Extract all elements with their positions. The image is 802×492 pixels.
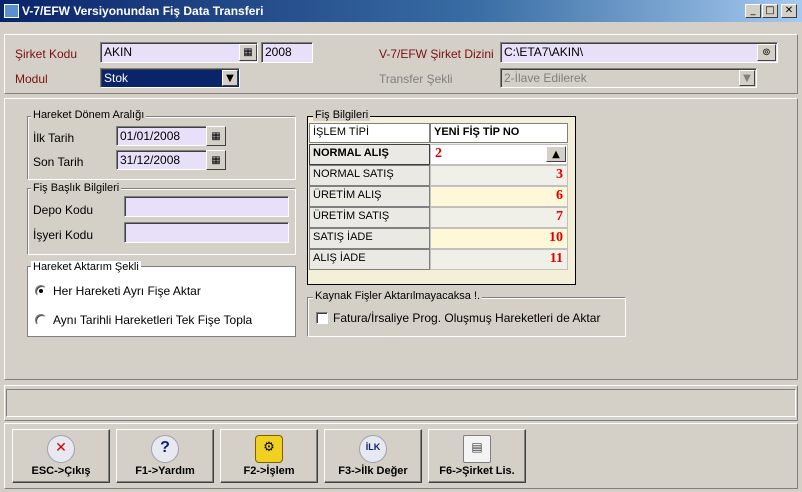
son-tarih-calendar-button[interactable]: ▦ <box>206 150 226 170</box>
company-lookup-button[interactable]: ▦ <box>239 44 257 61</box>
modul-select[interactable]: Stok <box>100 68 240 88</box>
aktar-checkbox-label: Fatura/İrsaliye Prog. Oluşmuş Hareketler… <box>333 311 601 325</box>
fis-row-no[interactable]: 10 <box>430 228 568 249</box>
folder-browse-button[interactable]: ⊚ <box>757 44 776 61</box>
fis-row-no[interactable]: 3 <box>430 165 568 186</box>
aktar-checkbox[interactable] <box>316 312 328 324</box>
minimize-button[interactable]: _ <box>745 4 761 18</box>
lookup-icon: ▦ <box>243 47 253 58</box>
process-icon: ⚙ <box>255 435 283 463</box>
depo-kodu-label: Depo Kodu <box>33 203 94 217</box>
fis-row-tip[interactable]: SATIŞ İADE <box>309 228 430 249</box>
status-bar <box>6 389 796 417</box>
son-tarih-label: Son Tarih <box>33 155 84 169</box>
help-button[interactable]: ? F1->Yardım <box>116 429 214 483</box>
fis-row-tip[interactable]: ÜRETİM SATIŞ <box>309 207 430 228</box>
window-title: V-7/EFW Versiyonundan Fiş Data Transferi <box>22 4 264 18</box>
sirket-kodu-field[interactable]: AKIN <box>100 42 258 63</box>
process-button-label: F2->İşlem <box>243 465 295 477</box>
dizin-field[interactable]: C:\ETA7\AKIN\ <box>500 42 778 63</box>
exit-button[interactable]: ✕ ESC->Çıkış <box>12 429 110 483</box>
maximize-button[interactable]: □ <box>762 4 778 18</box>
ilk-tarih-calendar-button[interactable]: ▦ <box>206 126 226 146</box>
fis-lookup-button[interactable]: ▲ <box>546 146 566 162</box>
fis-row-tip[interactable]: ALIŞ İADE <box>309 249 430 270</box>
radio-her-hareket-label: Her Hareketi Ayrı Fişe Aktar <box>53 284 201 298</box>
modul-dropdown-button[interactable]: ▼ <box>222 70 238 86</box>
binoculars-icon: ⊚ <box>762 47 771 58</box>
fis-row-tip[interactable]: NORMAL ALIŞ <box>309 144 430 165</box>
company-list-button[interactable]: ▤ F6->Şirket Lis. <box>428 429 526 483</box>
donem-group-title: Hareket Dönem Aralığı <box>31 109 147 121</box>
company-list-button-label: F6->Şirket Lis. <box>439 465 515 477</box>
sirket-kodu-label: Şirket Kodu <box>15 47 78 61</box>
fis-row-no[interactable]: 11 <box>430 249 568 270</box>
radio-ayni-tarih-label: Aynı Tarihli Hareketleri Tek Fişe Topla <box>53 313 253 327</box>
kaynak-group-title: Kaynak Fişler Aktarılmayacaksa !. <box>313 290 483 302</box>
radio-her-hareket[interactable] <box>35 285 47 297</box>
close-button[interactable]: ✕ <box>781 4 797 18</box>
isyeri-kodu-label: İşyeri Kodu <box>33 228 94 242</box>
lookup-icon: ▲ <box>552 148 560 160</box>
chevron-down-icon: ▼ <box>226 72 234 84</box>
isyeri-kodu-field[interactable] <box>124 222 289 243</box>
ilk-tarih-field[interactable]: 01/01/2008 <box>116 126 208 146</box>
fis-row-no[interactable]: 7 <box>430 207 568 228</box>
fis-group-title: Fiş Bilgileri <box>313 109 371 121</box>
transfer-select[interactable]: 2-İlave Edilerek <box>500 68 757 88</box>
ilk-deger-button[interactable]: İLK F3->İlk Değer <box>324 429 422 483</box>
depo-kodu-field[interactable] <box>124 196 289 217</box>
chevron-down-icon: ▼ <box>743 72 751 84</box>
fis-row-tip[interactable]: NORMAL SATIŞ <box>309 165 430 186</box>
fis-col-tip: İŞLEM TİPİ <box>309 123 430 143</box>
calendar-icon: ▦ <box>211 130 221 142</box>
ilk-icon: İLK <box>359 435 387 463</box>
son-tarih-field[interactable]: 31/12/2008 <box>116 150 208 170</box>
process-button[interactable]: ⚙ F2->İşlem <box>220 429 318 483</box>
company-list-icon: ▤ <box>463 435 491 463</box>
year-field[interactable]: 2008 <box>261 42 313 63</box>
help-button-label: F1->Yardım <box>135 465 195 477</box>
transfer-dropdown-button[interactable]: ▼ <box>739 70 755 86</box>
exit-button-label: ESC->Çıkış <box>31 465 91 477</box>
calendar-icon: ▦ <box>211 154 221 166</box>
fis-col-no: YENİ FİŞ TİP NO <box>430 123 568 143</box>
fis-row-no[interactable]: 6 <box>430 186 568 207</box>
exit-icon: ✕ <box>47 435 75 463</box>
transfer-label: Transfer Şekli <box>379 72 453 86</box>
ilk-deger-button-label: F3->İlk Değer <box>338 465 408 477</box>
help-icon: ? <box>151 435 179 463</box>
baslik-group-title: Fiş Başlık Bilgileri <box>31 182 122 194</box>
aktarim-group-title: Hareket Aktarım Şekli <box>31 261 141 273</box>
dizin-label: V-7/EFW Şirket Dizini <box>379 47 494 61</box>
modul-label: Modul <box>15 72 48 86</box>
ilk-tarih-label: İlk Tarih <box>33 131 75 145</box>
fis-row-tip[interactable]: ÜRETİM ALIŞ <box>309 186 430 207</box>
radio-ayni-tarih[interactable] <box>35 314 47 326</box>
app-icon[interactable] <box>4 4 19 18</box>
